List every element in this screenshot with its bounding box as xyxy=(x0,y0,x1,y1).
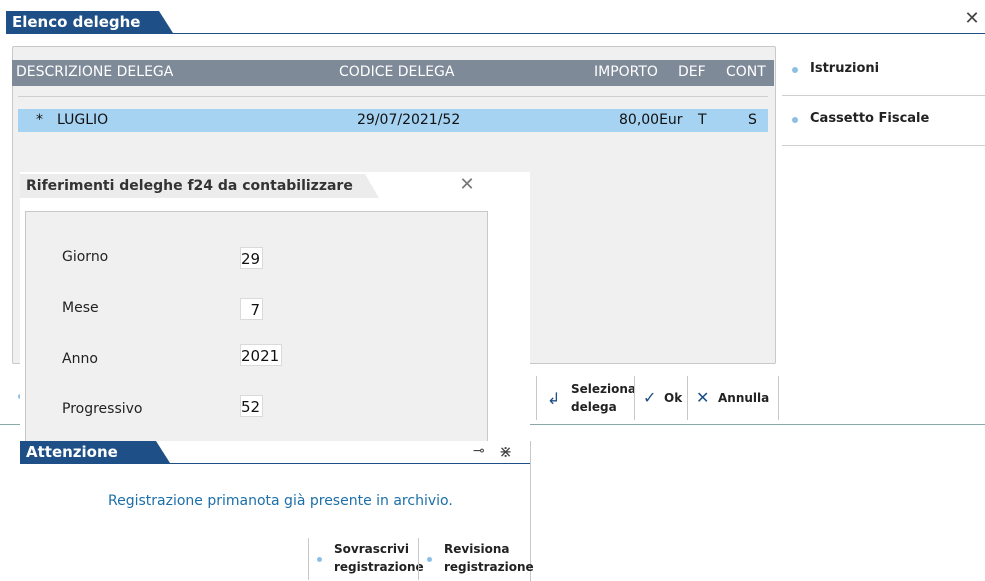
mese-label: Mese xyxy=(62,300,99,316)
window-title: Elenco deleghe xyxy=(6,11,173,33)
grid-divider xyxy=(18,96,768,97)
check-icon: ✓ xyxy=(643,388,657,407)
bullet-icon xyxy=(792,67,798,73)
cell-importo: 80,00Eur xyxy=(619,112,683,128)
giorno-label: Giorno xyxy=(62,249,109,265)
collapse-icon[interactable]: ⋇ xyxy=(499,442,512,461)
giorno-field[interactable]: 29 xyxy=(240,247,263,269)
side-item-label: Istruzioni xyxy=(810,61,880,76)
pin-icon[interactable]: ⊸ xyxy=(473,443,485,459)
button-label: Sovrascrivi xyxy=(334,542,409,556)
column-header-def[interactable]: DEF xyxy=(678,64,706,80)
cell-codice: 29/07/2021/52 xyxy=(357,112,461,128)
button-label: Revisiona xyxy=(444,542,510,556)
sovrascrivi-registrazione-button[interactable]: Sovrascrivi registrazione xyxy=(308,538,424,580)
column-header-descrizione[interactable]: DESCRIZIONE DELEGA xyxy=(16,64,173,80)
close-icon: ✕ xyxy=(696,388,710,407)
side-item-label: Cassetto Fiscale xyxy=(810,111,930,126)
warning-message: Registrazione primanota già presente in … xyxy=(108,493,453,509)
annulla-button[interactable]: ✕ Annulla xyxy=(687,376,779,420)
progressivo-label: Progressivo xyxy=(62,401,143,417)
button-label: Seleziona xyxy=(571,382,637,396)
cell-descrizione: LUGLIO xyxy=(57,112,109,128)
seleziona-delega-button[interactable]: ↲ Seleziona delega xyxy=(536,376,637,420)
ok-button[interactable]: ✓ Ok xyxy=(634,376,687,420)
dialog-title: Attenzione xyxy=(20,441,170,463)
bottom-toolbar: ↲ Seleziona delega ✓ Ok ✕ Annulla xyxy=(536,376,780,420)
column-header-cont[interactable]: CONT xyxy=(726,64,766,80)
button-label: registrazione xyxy=(334,560,424,574)
row-marker: * xyxy=(36,112,43,128)
button-label: delega xyxy=(571,400,617,414)
button-label: registrazione xyxy=(444,560,534,574)
title-underline xyxy=(6,33,985,34)
side-item-cassetto-fiscale[interactable]: Cassetto Fiscale xyxy=(782,96,985,146)
dialog-title: Riferimenti deleghe f24 da contabilizzar… xyxy=(20,174,379,198)
title-underline xyxy=(20,463,530,464)
button-label: Annulla xyxy=(718,391,770,405)
enter-icon: ↲ xyxy=(547,389,561,408)
mese-field[interactable]: 7 xyxy=(240,298,263,320)
revisiona-registrazione-button[interactable]: Revisiona registrazione xyxy=(418,538,534,580)
close-icon[interactable]: ✕ xyxy=(962,9,982,29)
riferimenti-dialog: Riferimenti deleghe f24 da contabilizzar… xyxy=(20,172,530,441)
bullet-icon xyxy=(317,557,322,562)
column-header-codice[interactable]: CODICE DELEGA xyxy=(339,64,454,80)
progressivo-field[interactable]: 52 xyxy=(240,395,263,417)
side-item-istruzioni[interactable]: Istruzioni xyxy=(782,46,985,96)
table-row[interactable]: * LUGLIO 29/07/2021/52 80,00Eur T S xyxy=(18,109,768,132)
dialog-body: Giorno 29 Mese 7 Anno 2021 Progressivo 5… xyxy=(25,211,488,441)
grid-header: DESCRIZIONE DELEGA CODICE DELEGA IMPORTO… xyxy=(12,60,774,86)
attenzione-dialog: Attenzione ⊸ ⋇ Registrazione primanota g… xyxy=(20,441,534,581)
cell-def: T xyxy=(698,112,707,128)
button-label: Ok xyxy=(664,391,683,405)
bullet-icon xyxy=(792,117,798,123)
bullet-icon xyxy=(427,557,432,562)
side-menu: Istruzioni Cassetto Fiscale xyxy=(782,46,985,146)
anno-field[interactable]: 2021 xyxy=(240,344,282,366)
close-icon[interactable]: ✕ xyxy=(456,174,478,196)
cell-cont: S xyxy=(748,112,757,128)
anno-label: Anno xyxy=(62,351,98,367)
column-header-importo[interactable]: IMPORTO xyxy=(594,64,658,80)
